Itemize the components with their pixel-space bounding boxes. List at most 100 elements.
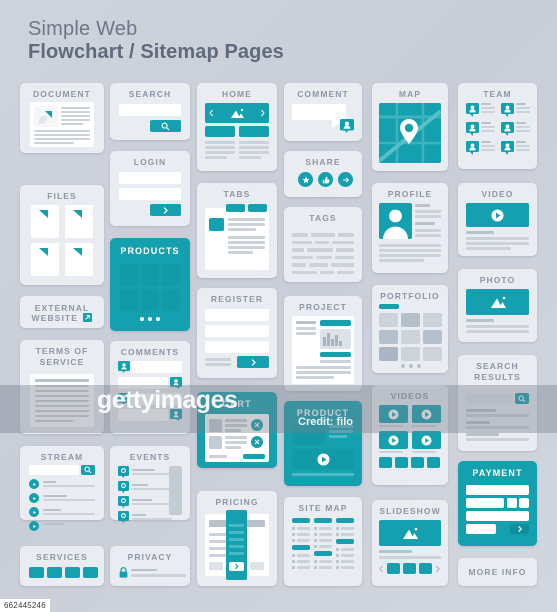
play-icon[interactable] bbox=[29, 507, 39, 517]
search-submit-button[interactable] bbox=[150, 120, 181, 132]
share-forward-button[interactable] bbox=[338, 172, 353, 187]
product-tile[interactable] bbox=[141, 264, 159, 286]
cart-checkout-button[interactable] bbox=[243, 454, 265, 459]
product-video[interactable] bbox=[292, 449, 354, 469]
service-tile[interactable] bbox=[65, 567, 80, 578]
chevron-left-icon[interactable] bbox=[209, 109, 214, 117]
card-map[interactable]: MAP bbox=[372, 83, 448, 171]
product-tile[interactable] bbox=[162, 289, 180, 311]
product-tile[interactable] bbox=[120, 289, 138, 311]
login-password-input[interactable] bbox=[119, 188, 181, 200]
video-strip-thumb[interactable] bbox=[395, 457, 408, 468]
slideshow-thumb[interactable] bbox=[387, 563, 400, 574]
pricing-highlight-column[interactable] bbox=[226, 510, 247, 580]
card-site-map[interactable]: SITE MAP bbox=[284, 497, 362, 586]
card-services[interactable]: SERVICES bbox=[20, 546, 104, 586]
sitemap-node[interactable] bbox=[292, 518, 310, 523]
tab-item[interactable] bbox=[226, 204, 245, 212]
play-icon[interactable] bbox=[29, 521, 39, 531]
register-submit-button[interactable] bbox=[237, 356, 269, 368]
portfolio-tile[interactable] bbox=[379, 330, 398, 344]
card-files[interactable]: FILES bbox=[20, 185, 104, 285]
portfolio-tile[interactable] bbox=[401, 313, 420, 327]
card-stream[interactable]: STREAM bbox=[20, 446, 104, 531]
map-pin-icon[interactable] bbox=[118, 466, 129, 478]
comment-bubble[interactable] bbox=[292, 104, 346, 128]
card-more-info[interactable]: MORE INFO bbox=[458, 558, 537, 586]
video-player[interactable] bbox=[466, 203, 529, 227]
register-field-1[interactable] bbox=[205, 309, 269, 321]
product-tile[interactable] bbox=[141, 289, 159, 311]
video-strip-thumb[interactable] bbox=[411, 457, 424, 468]
share-thumbup-button[interactable] bbox=[318, 172, 333, 187]
play-icon[interactable] bbox=[29, 493, 39, 503]
play-icon[interactable] bbox=[29, 479, 39, 489]
card-video[interactable]: VIDEO bbox=[458, 183, 537, 256]
card-products[interactable]: PRODUCTS bbox=[110, 238, 190, 331]
slideshow-thumb[interactable] bbox=[419, 563, 432, 574]
portfolio-tile[interactable] bbox=[423, 330, 442, 344]
payment-year-input[interactable] bbox=[519, 498, 529, 508]
service-tile[interactable] bbox=[47, 567, 62, 578]
video-thumb[interactable] bbox=[412, 431, 441, 449]
portfolio-tile[interactable] bbox=[379, 313, 398, 327]
payment-expiry-input[interactable] bbox=[466, 498, 504, 508]
map-pin-icon[interactable] bbox=[118, 481, 129, 493]
cart-remove-button[interactable] bbox=[251, 436, 263, 448]
payment-month-input[interactable] bbox=[507, 498, 517, 508]
map-canvas[interactable] bbox=[379, 103, 441, 163]
slideshow-hero[interactable] bbox=[379, 520, 441, 546]
sitemap-node[interactable] bbox=[336, 518, 354, 523]
register-field-2[interactable] bbox=[205, 325, 269, 337]
search-input[interactable] bbox=[119, 104, 181, 116]
chevron-right-icon[interactable] bbox=[260, 109, 265, 117]
sitemap-node[interactable] bbox=[336, 539, 354, 544]
video-thumb[interactable] bbox=[379, 431, 408, 449]
home-feature-block[interactable] bbox=[239, 126, 269, 137]
video-strip-thumb[interactable] bbox=[379, 457, 392, 468]
map-pin-icon[interactable] bbox=[118, 511, 129, 523]
card-search[interactable]: SEARCH bbox=[110, 83, 190, 140]
tab-item[interactable] bbox=[248, 204, 267, 212]
card-external-website[interactable]: EXTERNAL WEBSITE bbox=[20, 296, 104, 328]
stream-search-button[interactable] bbox=[81, 465, 95, 475]
portfolio-tile[interactable] bbox=[379, 347, 398, 361]
card-project[interactable]: PROJECT bbox=[284, 296, 362, 391]
product-tile[interactable] bbox=[162, 264, 180, 286]
photo-preview[interactable] bbox=[466, 289, 529, 315]
card-events[interactable]: EVENTS bbox=[110, 446, 190, 523]
card-tags[interactable]: TAGS bbox=[284, 207, 362, 282]
home-feature-block[interactable] bbox=[205, 126, 235, 137]
share-star-button[interactable] bbox=[298, 172, 313, 187]
portfolio-tile[interactable] bbox=[401, 330, 420, 344]
products-pagination-dots[interactable] bbox=[140, 317, 160, 321]
card-comment[interactable]: COMMENT bbox=[284, 83, 362, 141]
sitemap-node[interactable] bbox=[314, 518, 332, 523]
card-photo[interactable]: PHOTO bbox=[458, 269, 537, 342]
card-home[interactable]: HOME bbox=[197, 83, 277, 171]
login-submit-button[interactable] bbox=[150, 204, 181, 216]
pricing-next-button[interactable] bbox=[250, 562, 264, 570]
card-share[interactable]: SHARE bbox=[284, 151, 362, 197]
card-portfolio[interactable]: PORTFOLIO bbox=[372, 285, 448, 373]
register-field-3[interactable] bbox=[205, 341, 269, 353]
pricing-prev-button[interactable] bbox=[209, 562, 223, 570]
card-team[interactable]: TEAM bbox=[458, 83, 537, 169]
map-pin-icon[interactable] bbox=[118, 496, 129, 508]
service-tile[interactable] bbox=[83, 567, 98, 578]
payment-card-number-input[interactable] bbox=[466, 485, 529, 495]
video-strip-thumb[interactable] bbox=[427, 457, 440, 468]
chevron-left-icon[interactable] bbox=[379, 565, 384, 573]
payment-cvv-input[interactable] bbox=[466, 524, 496, 534]
card-payment[interactable]: PAYMENT bbox=[458, 461, 537, 546]
payment-name-input[interactable] bbox=[466, 511, 529, 521]
card-privacy[interactable]: PRIVACY bbox=[110, 546, 190, 586]
portfolio-tile[interactable] bbox=[401, 347, 420, 361]
chevron-right-icon[interactable] bbox=[435, 565, 440, 573]
portfolio-tile[interactable] bbox=[423, 347, 442, 361]
product-tile[interactable] bbox=[120, 264, 138, 286]
portfolio-pagination-dots[interactable] bbox=[401, 364, 421, 368]
home-hero-slider[interactable] bbox=[205, 103, 269, 123]
slideshow-thumb[interactable] bbox=[403, 563, 416, 574]
sitemap-node[interactable] bbox=[292, 545, 310, 550]
